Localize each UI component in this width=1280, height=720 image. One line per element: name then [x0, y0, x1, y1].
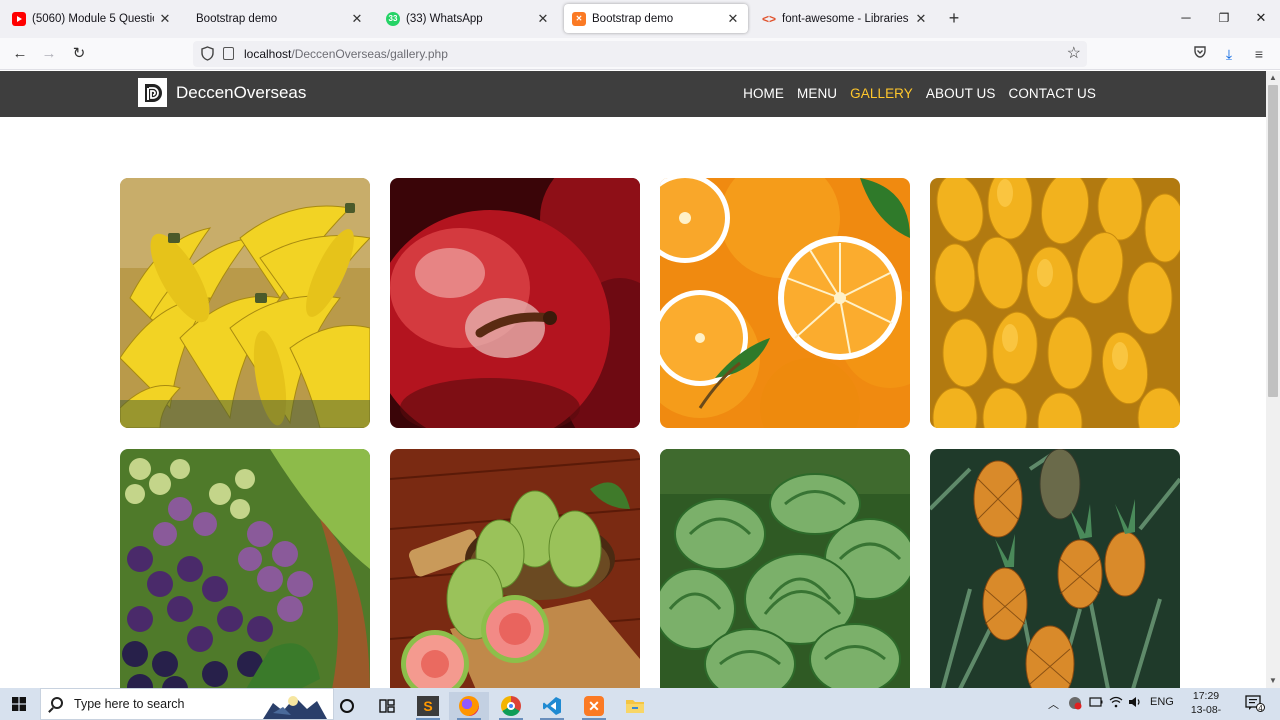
tab-title: (33) WhatsApp — [406, 12, 483, 25]
menu-hamburger-icon[interactable]: ≡ — [1249, 44, 1269, 64]
tab-youtube[interactable]: (5060) Module 5 Question - Pali ✕ — [4, 4, 180, 33]
language-indicator[interactable]: ENG — [1150, 696, 1174, 708]
page-info-icon[interactable] — [223, 47, 234, 60]
search-highlight-icon — [263, 696, 327, 719]
nav-about-us[interactable]: ABOUT US — [926, 86, 996, 101]
page-scrollbar[interactable]: ▲ ▼ — [1266, 71, 1280, 688]
downloads-icon[interactable]: ⤓ — [1219, 44, 1239, 64]
back-arrow-icon[interactable]: ← — [9, 43, 31, 65]
brand-logo-icon — [138, 78, 167, 107]
reload-icon[interactable]: ↻ — [68, 43, 90, 65]
whatsapp-icon: 33 — [386, 11, 400, 26]
browser-toolbar: ← → ↻ localhost/DeccenOverseas/gallery.p… — [0, 38, 1280, 70]
scroll-down-arrow-icon[interactable]: ▼ — [1266, 674, 1280, 688]
fruit-gallery — [0, 117, 1266, 688]
gallery-image-banana[interactable] — [120, 178, 370, 428]
close-icon[interactable]: ✕ — [914, 11, 928, 27]
nav-gallery[interactable]: GALLERY — [850, 86, 913, 101]
nav-home[interactable]: HOME — [743, 86, 784, 101]
xampp-icon[interactable]: ✕ — [574, 692, 614, 720]
chrome-icon[interactable] — [491, 692, 531, 720]
scroll-thumb[interactable] — [1268, 85, 1278, 397]
site-navbar: DeccenOverseas HOME MENU GALLERY ABOUT U… — [0, 71, 1266, 117]
gallery-image-mango[interactable] — [930, 178, 1180, 428]
minimize-icon[interactable]: ─ — [1176, 8, 1196, 28]
tab-title: Bootstrap demo — [196, 12, 278, 25]
windows-start-icon[interactable] — [12, 697, 26, 711]
windows-taskbar: Type here to search S ✕ ︿ ENG 17:29 13-0… — [0, 688, 1280, 720]
code-icon: <> — [762, 11, 777, 26]
gallery-image-apple[interactable] — [390, 178, 640, 428]
browser-tab-strip: (5060) Module 5 Question - Pali ✕ Bootst… — [0, 0, 1280, 38]
cortana-icon[interactable] — [327, 692, 367, 720]
gallery-image-orange[interactable] — [660, 178, 910, 428]
nav-contact-us[interactable]: CONTACT US — [1008, 86, 1096, 101]
close-icon[interactable]: ✕ — [350, 11, 364, 27]
new-tab-button[interactable]: + — [944, 8, 964, 28]
youtube-icon — [12, 11, 26, 26]
taskbar-search-box[interactable]: Type here to search — [40, 688, 334, 720]
brand-name: DeccenOverseas — [176, 82, 307, 102]
tab-title: Bootstrap demo — [592, 12, 674, 25]
tab-title: (5060) Module 5 Question - Pali — [32, 12, 154, 25]
battery-icon[interactable] — [1089, 696, 1103, 711]
shield-icon[interactable] — [201, 46, 214, 61]
close-icon[interactable]: ✕ — [158, 11, 172, 27]
brand[interactable]: DeccenOverseas — [138, 78, 306, 107]
window-close-icon[interactable]: ✕ — [1251, 8, 1271, 28]
volume-icon[interactable] — [1128, 696, 1142, 711]
pocket-icon[interactable] — [1190, 44, 1210, 64]
sublime-text-icon[interactable]: S — [408, 692, 448, 720]
address-bar[interactable]: localhost/DeccenOverseas/gallery.php ☆ — [193, 41, 1087, 67]
restore-icon[interactable]: ❐ — [1214, 8, 1234, 28]
clock-date: 13-08-2022 — [1190, 704, 1222, 720]
tab-whatsapp[interactable]: 33 (33) WhatsApp ✕ — [378, 4, 558, 33]
task-view-icon[interactable] — [367, 692, 407, 720]
notification-count: 4 — [1256, 703, 1265, 713]
close-icon[interactable]: ✕ — [726, 11, 740, 27]
search-icon — [51, 697, 63, 709]
gallery-image-guava[interactable] — [390, 449, 640, 688]
xampp-icon: ✕ — [572, 11, 586, 26]
close-icon[interactable]: ✕ — [536, 11, 550, 27]
file-explorer-icon[interactable] — [615, 692, 655, 720]
vscode-icon[interactable] — [532, 692, 572, 720]
url-text[interactable]: localhost/DeccenOverseas/gallery.php — [244, 47, 448, 61]
gallery-image-grapes[interactable] — [120, 449, 370, 688]
tab-bootstrap-demo-active[interactable]: ✕ Bootstrap demo ✕ — [564, 4, 748, 33]
nav-menu[interactable]: MENU — [797, 86, 837, 101]
forward-arrow-icon[interactable]: → — [38, 43, 60, 65]
tab-font-awesome[interactable]: <> font-awesome - Libraries - cdnj ✕ — [754, 4, 936, 33]
gallery-image-watermelon[interactable] — [660, 449, 910, 688]
scroll-up-arrow-icon[interactable]: ▲ — [1266, 71, 1280, 85]
gallery-image-pineapple[interactable] — [930, 449, 1180, 688]
firefox-icon[interactable] — [449, 692, 489, 720]
tab-bootstrap-demo-1[interactable]: Bootstrap demo ✕ — [188, 4, 372, 33]
security-shield-icon[interactable] — [1068, 696, 1082, 713]
bookmark-star-icon[interactable]: ☆ — [1067, 43, 1081, 63]
show-hidden-icons-chevron-icon[interactable]: ︿ — [1048, 696, 1059, 712]
clock-time: 17:29 — [1192, 690, 1220, 702]
search-placeholder: Type here to search — [74, 697, 185, 711]
main-menu: HOME MENU GALLERY ABOUT US CONTACT US — [730, 86, 1096, 101]
notifications-icon[interactable]: 4 — [1245, 694, 1265, 715]
wifi-icon[interactable] — [1109, 696, 1123, 711]
tab-title: font-awesome - Libraries - cdnj — [782, 12, 910, 25]
system-clock[interactable]: 17:29 13-08-2022 — [1182, 689, 1230, 720]
